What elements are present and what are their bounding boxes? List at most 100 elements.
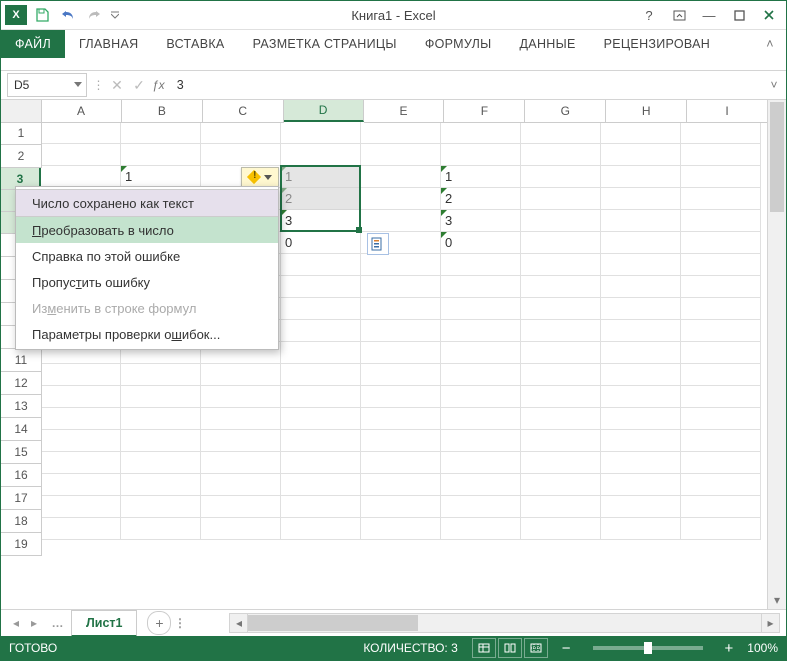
cell[interactable] bbox=[681, 276, 761, 298]
cell[interactable] bbox=[121, 386, 201, 408]
cell[interactable]: 1 bbox=[441, 166, 521, 188]
excel-logo-icon[interactable] bbox=[5, 5, 27, 25]
help-button[interactable]: ? bbox=[634, 4, 664, 26]
row-header[interactable]: 13 bbox=[1, 395, 42, 418]
column-header[interactable]: B bbox=[122, 100, 203, 123]
cell[interactable] bbox=[41, 364, 121, 386]
cell[interactable]: 0 bbox=[441, 232, 521, 254]
cell[interactable] bbox=[521, 518, 601, 540]
cell[interactable] bbox=[41, 144, 121, 166]
cell[interactable] bbox=[681, 518, 761, 540]
cell[interactable] bbox=[361, 408, 441, 430]
cell[interactable] bbox=[601, 452, 681, 474]
column-header[interactable]: F bbox=[444, 100, 525, 123]
insert-function-button[interactable]: ƒx bbox=[152, 78, 165, 92]
cell[interactable] bbox=[601, 254, 681, 276]
cell[interactable] bbox=[121, 364, 201, 386]
cell[interactable] bbox=[681, 386, 761, 408]
cell[interactable] bbox=[201, 452, 281, 474]
cell[interactable] bbox=[281, 430, 361, 452]
cell[interactable] bbox=[601, 210, 681, 232]
cell[interactable] bbox=[681, 210, 761, 232]
cell[interactable] bbox=[601, 342, 681, 364]
cell[interactable] bbox=[681, 166, 761, 188]
cell[interactable] bbox=[681, 254, 761, 276]
cell[interactable] bbox=[441, 144, 521, 166]
cell[interactable] bbox=[361, 298, 441, 320]
tab-insert[interactable]: ВСТАВКА bbox=[152, 30, 238, 58]
cell[interactable] bbox=[361, 518, 441, 540]
menu-error-check-options[interactable]: Параметры проверки ошибок... bbox=[16, 321, 278, 347]
cell[interactable] bbox=[41, 430, 121, 452]
cell[interactable] bbox=[681, 320, 761, 342]
cell[interactable] bbox=[521, 364, 601, 386]
view-page-break-button[interactable] bbox=[524, 638, 548, 658]
menu-ignore-error[interactable]: Пропустить ошибку bbox=[16, 269, 278, 295]
cell[interactable] bbox=[521, 452, 601, 474]
cell[interactable] bbox=[681, 452, 761, 474]
zoom-in-button[interactable]: + bbox=[725, 640, 734, 657]
view-normal-button[interactable] bbox=[472, 638, 496, 658]
cell[interactable] bbox=[281, 254, 361, 276]
scroll-right-arrow-icon[interactable]: ▸ bbox=[761, 614, 779, 632]
cell[interactable] bbox=[601, 474, 681, 496]
row-header[interactable]: 11 bbox=[1, 349, 42, 372]
cell[interactable] bbox=[361, 276, 441, 298]
cell[interactable] bbox=[281, 496, 361, 518]
cell[interactable] bbox=[441, 430, 521, 452]
cell[interactable] bbox=[601, 408, 681, 430]
cell[interactable] bbox=[441, 122, 521, 144]
add-sheet-button[interactable]: + bbox=[147, 611, 171, 635]
qat-customize-icon[interactable] bbox=[109, 4, 121, 26]
cell[interactable] bbox=[441, 320, 521, 342]
tab-home[interactable]: ГЛАВНАЯ bbox=[65, 30, 152, 58]
cell[interactable] bbox=[281, 342, 361, 364]
cell[interactable] bbox=[201, 518, 281, 540]
cell[interactable] bbox=[41, 166, 121, 188]
cell[interactable] bbox=[361, 430, 441, 452]
cell[interactable] bbox=[121, 408, 201, 430]
cell[interactable] bbox=[601, 144, 681, 166]
cell[interactable] bbox=[281, 298, 361, 320]
sheet-tab-active[interactable]: Лист1 bbox=[71, 610, 137, 637]
cell[interactable] bbox=[361, 166, 441, 188]
cell[interactable] bbox=[681, 298, 761, 320]
cell[interactable] bbox=[521, 342, 601, 364]
cell[interactable] bbox=[201, 144, 281, 166]
column-header[interactable]: C bbox=[203, 100, 284, 123]
ribbon-collapse-icon[interactable]: ˄ bbox=[760, 34, 780, 54]
cell[interactable]: 0 bbox=[281, 232, 361, 254]
cell[interactable]: 1 bbox=[121, 166, 201, 188]
cell[interactable]: 2 bbox=[281, 188, 361, 210]
cell[interactable] bbox=[121, 452, 201, 474]
cell[interactable] bbox=[201, 364, 281, 386]
cell[interactable] bbox=[281, 452, 361, 474]
scroll-left-arrow-icon[interactable]: ◂ bbox=[230, 614, 248, 632]
cell[interactable] bbox=[441, 452, 521, 474]
column-header[interactable]: H bbox=[606, 100, 687, 123]
row-header[interactable]: 16 bbox=[1, 464, 42, 487]
cell[interactable] bbox=[281, 320, 361, 342]
cell[interactable] bbox=[601, 298, 681, 320]
cell[interactable] bbox=[681, 408, 761, 430]
cell[interactable] bbox=[361, 188, 441, 210]
close-button[interactable] bbox=[754, 4, 784, 26]
cell[interactable] bbox=[41, 386, 121, 408]
cell[interactable] bbox=[121, 474, 201, 496]
cell[interactable] bbox=[441, 298, 521, 320]
cell[interactable] bbox=[681, 232, 761, 254]
cell[interactable] bbox=[681, 364, 761, 386]
cell[interactable] bbox=[281, 518, 361, 540]
zoom-slider[interactable] bbox=[593, 646, 703, 650]
cell[interactable] bbox=[121, 144, 201, 166]
row-header[interactable]: 1 bbox=[1, 122, 42, 145]
row-header[interactable]: 14 bbox=[1, 418, 42, 441]
formula-bar-expand-icon[interactable]: ˅ bbox=[762, 78, 786, 92]
cell[interactable] bbox=[281, 408, 361, 430]
cell[interactable] bbox=[521, 232, 601, 254]
cell[interactable] bbox=[521, 298, 601, 320]
column-header[interactable]: I bbox=[687, 100, 768, 123]
cell[interactable] bbox=[201, 496, 281, 518]
cell[interactable] bbox=[361, 254, 441, 276]
cell[interactable] bbox=[601, 188, 681, 210]
